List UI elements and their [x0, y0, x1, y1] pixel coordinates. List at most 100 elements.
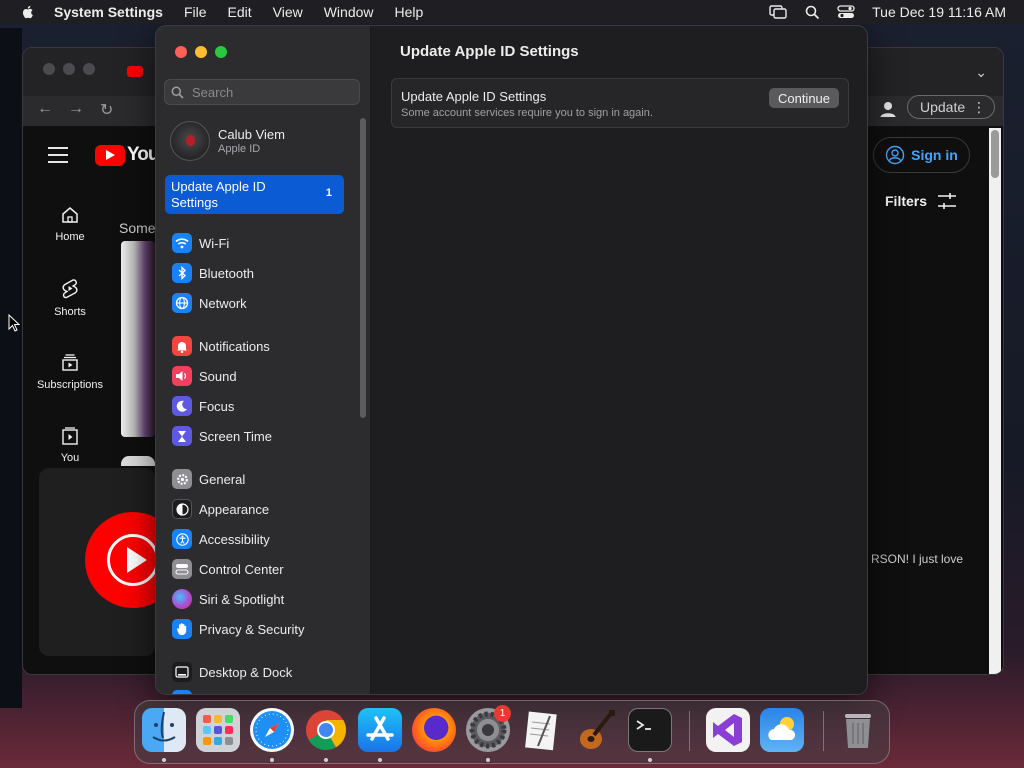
video-thumbnail-2[interactable] — [121, 456, 155, 466]
browser-scrollbar[interactable] — [989, 128, 1001, 674]
sign-in-button[interactable]: Sign in — [873, 137, 970, 173]
sidebar-item-label: Desktop & Dock — [199, 664, 293, 680]
window-zoom-button[interactable] — [215, 46, 227, 58]
nav-shorts[interactable]: Shorts — [23, 278, 117, 318]
sidebar-item-screen-time[interactable]: Screen Time — [172, 426, 272, 446]
focus-moon-icon — [172, 396, 192, 416]
apple-id-account[interactable]: Calub Viem Apple ID — [170, 121, 285, 161]
textedit-icon[interactable] — [520, 708, 564, 752]
sidebar-item-general[interactable]: General — [172, 469, 245, 489]
browser-minimize-button[interactable] — [63, 63, 75, 75]
browser-zoom-button[interactable] — [83, 63, 95, 75]
sidebar-item-privacy-security[interactable]: Privacy & Security — [172, 619, 304, 639]
sidebar-item-appearance[interactable]: Appearance — [172, 499, 269, 519]
launchpad-icon[interactable] — [196, 708, 240, 752]
apple-menu-icon[interactable] — [20, 4, 36, 20]
filters-label: Filters — [885, 193, 928, 209]
sidebar-item-label: Notifications — [199, 338, 270, 354]
control-center-toggles-icon — [172, 559, 192, 579]
dock-separator-2 — [823, 711, 824, 751]
sidebar-item-bluetooth[interactable]: Bluetooth — [172, 263, 254, 283]
account-icon[interactable] — [878, 99, 898, 119]
sidebar-item-update-apple-id[interactable]: Update Apple ID Settings 1 — [165, 175, 344, 214]
dock-separator — [689, 711, 690, 751]
search-input[interactable] — [190, 83, 354, 101]
sidebar-item-wifi[interactable]: Wi-Fi — [172, 233, 229, 253]
forward-arrow-icon[interactable]: → — [68, 100, 84, 118]
back-arrow-icon[interactable]: ← — [37, 100, 53, 118]
browser-close-button[interactable] — [43, 63, 55, 75]
shorts-icon — [62, 279, 78, 299]
youtube-tab-icon[interactable] — [127, 66, 143, 77]
youtube-logo-text: You — [127, 144, 160, 165]
terminal-icon[interactable] — [628, 708, 672, 752]
nav-subscriptions[interactable]: Subscriptions — [23, 353, 117, 391]
safari-icon[interactable] — [250, 708, 294, 752]
sidebar-item-desktop-dock[interactable]: Desktop & Dock — [172, 662, 292, 682]
window-close-button[interactable] — [175, 46, 187, 58]
tab-list-chevron-down-icon[interactable]: ⌄ — [975, 64, 987, 81]
menu-help[interactable]: Help — [395, 4, 424, 20]
sidebar-item-label: Privacy & Security — [199, 621, 305, 637]
firefox-icon[interactable] — [412, 708, 456, 752]
bluetooth-icon — [172, 263, 192, 283]
menu-view[interactable]: View — [273, 4, 303, 20]
menu-window[interactable]: Window — [324, 4, 374, 20]
filters-button[interactable]: Filters — [885, 192, 957, 210]
sidebar-item-notifications[interactable]: Notifications — [172, 336, 270, 356]
trash-icon[interactable] — [836, 708, 880, 752]
sidebar-scrollbar[interactable] — [360, 118, 366, 418]
sidebar-item-network[interactable]: Network — [172, 293, 247, 313]
sidebar-item-label: General — [199, 471, 246, 487]
accessibility-icon — [172, 529, 192, 549]
filters-sliders-icon — [938, 193, 957, 209]
sidebar-next-item-icon — [172, 690, 192, 694]
terminal-running-indicator — [648, 758, 652, 762]
browser-update-button[interactable]: Update ⋮ — [907, 95, 995, 119]
menu-file[interactable]: File — [184, 4, 207, 20]
finder-running-indicator — [162, 758, 166, 762]
settings-search-field[interactable] — [164, 79, 360, 105]
visual-studio-icon[interactable] — [706, 708, 750, 752]
spotlight-search-icon[interactable] — [802, 4, 822, 20]
screen-mirroring-icon[interactable] — [768, 4, 788, 20]
sidebar-item-label: Update Apple ID Settings — [171, 179, 266, 210]
chrome-running-indicator — [324, 758, 328, 762]
reload-icon[interactable]: ↻ — [100, 100, 113, 120]
general-gear-icon — [172, 469, 192, 489]
system-settings-badge: 1 — [494, 705, 511, 722]
sidebar-item-accessibility[interactable]: Accessibility — [172, 529, 270, 549]
update-label: Update — [920, 99, 966, 115]
sidebar-item-siri-spotlight[interactable]: Siri & Spotlight — [172, 589, 284, 609]
system-settings-running-indicator — [486, 758, 490, 762]
video-thumbnail[interactable] — [121, 241, 155, 437]
app-store-icon[interactable] — [358, 708, 402, 752]
weather-icon[interactable] — [760, 708, 804, 752]
browser-scrollbar-thumb[interactable] — [991, 130, 999, 178]
system-settings-window: Calub Viem Apple ID Update Apple ID Sett… — [155, 25, 868, 695]
youtube-logo[interactable]: You — [95, 144, 160, 166]
sidebar-item-focus[interactable]: Focus — [172, 396, 234, 416]
finder-icon[interactable] — [142, 708, 186, 752]
window-minimize-button[interactable] — [195, 46, 207, 58]
sidebar-item-label: Appearance — [199, 501, 270, 517]
chrome-icon[interactable] — [304, 708, 348, 752]
menu-app-name[interactable]: System Settings — [54, 4, 163, 20]
page-title: Update Apple ID Settings — [400, 43, 579, 60]
sidebar-item-label: Wi-Fi — [199, 235, 230, 251]
control-center-icon[interactable] — [836, 4, 856, 20]
dock: 1 — [134, 700, 890, 764]
section-heading: Some — [119, 220, 156, 236]
nav-home[interactable]: Home — [23, 205, 117, 243]
menu-edit[interactable]: Edit — [228, 4, 252, 20]
hamburger-menu-icon[interactable] — [48, 147, 68, 168]
continue-button[interactable]: Continue — [769, 88, 839, 108]
nav-shorts-label: Shorts — [54, 306, 86, 318]
sidebar-item-control-center[interactable]: Control Center — [172, 559, 284, 579]
menu-clock[interactable]: Tue Dec 19 11:16 AM — [872, 4, 1006, 20]
appearance-icon — [172, 499, 192, 519]
garageband-icon[interactable] — [574, 708, 618, 752]
sidebar-item-sound[interactable]: Sound — [172, 366, 237, 386]
more-vertical-icon[interactable]: ⋮ — [972, 99, 986, 116]
nav-you[interactable]: You — [23, 426, 117, 464]
